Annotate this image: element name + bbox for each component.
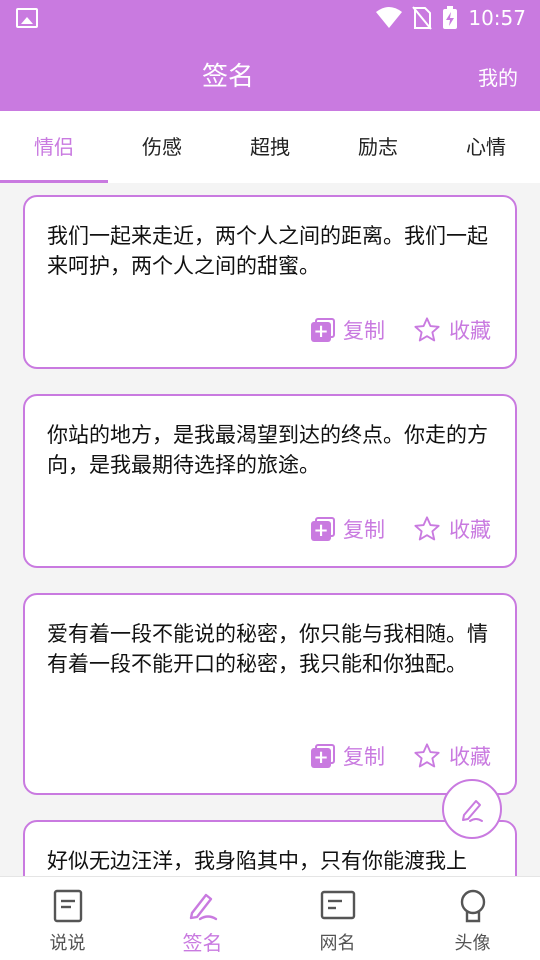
copy-label: 复制 [343,319,385,343]
nav-item-signature[interactable]: 签名 [135,877,270,960]
signature-text: 好似无边汪洋，我身陷其中，只有你能渡我上岸。 [47,849,467,873]
tab-label: 超拽 [250,135,290,159]
tab-label: 励志 [358,135,398,159]
pen-icon [462,800,483,822]
copy-icon: + [311,318,335,342]
favorite-label: 收藏 [449,745,491,769]
nav-item-nickname[interactable]: 网名 [270,877,405,960]
id-card-icon [320,890,355,920]
status-icons: 10:57 [376,6,526,30]
nav-label: 签名 [182,931,223,955]
star-icon [414,317,440,342]
signature-list[interactable]: 我们一起来走近，两个人之间的距离。我们一起来呵护，两个人之间的甜蜜。 + 复制 … [0,183,540,876]
signature-card: 我们一起来走近，两个人之间的距离。我们一起来呵护，两个人之间的甜蜜。 + 复制 … [23,195,517,369]
nav-item-avatar[interactable]: 头像 [405,877,540,960]
mine-button[interactable]: 我的 [478,62,518,91]
tab-inspirational[interactable]: 励志 [324,111,432,183]
pen-icon [189,893,217,921]
copy-button[interactable]: + 复制 [311,741,385,771]
status-time: 10:57 [468,6,526,30]
signature-text: 我们一起来走近，两个人之间的距离。我们一起来呵护，两个人之间的甜蜜。 [47,224,488,278]
tab-label: 伤感 [142,135,182,159]
nav-item-posts[interactable]: 说说 [0,877,135,960]
copy-button[interactable]: + 复制 [311,514,385,544]
star-icon [414,743,440,768]
signature-card: 好似无边汪洋，我身陷其中，只有你能渡我上岸。 [23,820,517,876]
signature-text: 爱有着一段不能说的秘密，你只能与我相随。情有着一段不能开口的秘密，我只能和你独配… [47,622,488,676]
copy-label: 复制 [343,745,385,769]
battery-charging-icon [443,6,458,29]
gallery-icon [16,8,38,28]
no-sim-icon [412,6,433,30]
favorite-button[interactable]: 收藏 [413,315,491,345]
copy-icon: + [311,517,335,541]
avatar-icon [460,889,485,923]
book-icon [53,889,82,923]
tab-label: 心情 [466,135,506,159]
nav-label: 说说 [49,933,86,954]
signature-card: 你站的地方，是我最渴望到达的终点。你走的方向，是我最期待选择的旅途。 + 复制 … [23,394,517,568]
tab-sad[interactable]: 伤感 [108,111,216,183]
favorite-label: 收藏 [449,319,491,343]
tab-label: 情侣 [34,135,74,159]
status-bar: 10:57 [0,0,540,36]
tab-mood[interactable]: 心情 [432,111,540,183]
bottom-navigation: 说说 签名 网名 头像 [0,876,540,960]
nav-label: 头像 [454,933,491,954]
star-icon [414,516,440,541]
write-signature-button[interactable] [442,779,502,839]
wifi-icon [376,7,403,28]
page-title: 签名 [201,62,254,92]
favorite-button[interactable]: 收藏 [413,741,491,771]
copy-label: 复制 [343,518,385,542]
tab-couple[interactable]: 情侣 [0,111,108,183]
signature-text: 你站的地方，是我最渴望到达的终点。你走的方向，是我最期待选择的旅途。 [47,423,488,477]
tab-cool[interactable]: 超拽 [216,111,324,183]
signature-card: 爱有着一段不能说的秘密，你只能与我相随。情有着一段不能开口的秘密，我只能和你独配… [23,593,517,795]
favorite-label: 收藏 [449,518,491,542]
copy-button[interactable]: + 复制 [311,315,385,345]
nav-label: 网名 [319,933,356,954]
copy-icon: + [311,744,335,768]
app-bar: 签名 我的 [0,36,540,111]
category-tabs: 情侣 伤感 超拽 励志 心情 [0,111,540,183]
favorite-button[interactable]: 收藏 [413,514,491,544]
